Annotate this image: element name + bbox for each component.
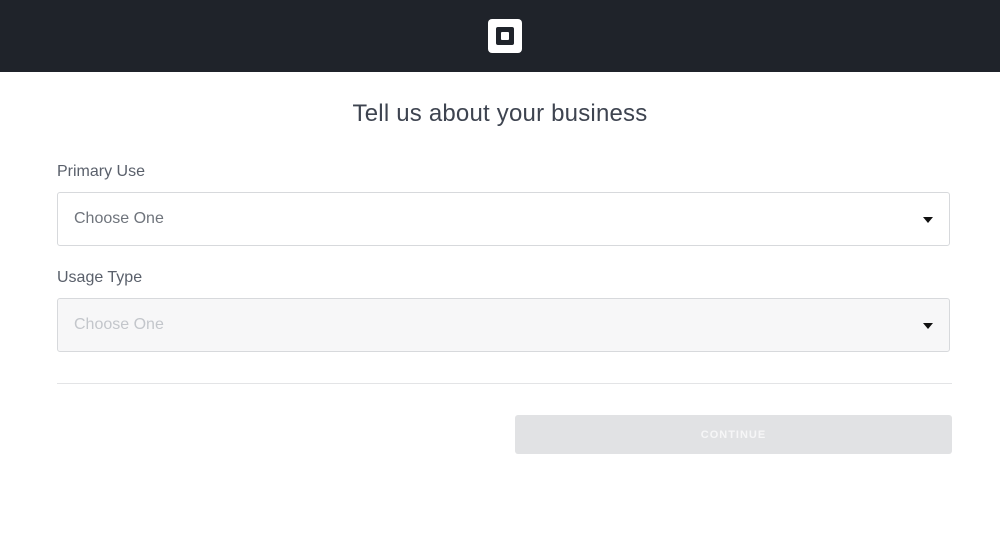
top-bar	[0, 0, 1000, 72]
primary-use-value: Choose One	[74, 210, 164, 227]
usage-type-label: Usage Type	[57, 269, 143, 286]
primary-use-label: Primary Use	[57, 163, 146, 180]
continue-button[interactable]: CONTINUE	[515, 415, 952, 454]
page-title: Tell us about your business	[352, 100, 648, 127]
usage-type-select[interactable]: Choose One	[57, 298, 950, 352]
caret-down-icon	[923, 323, 933, 329]
square-logo-icon[interactable]	[488, 19, 522, 53]
primary-use-select[interactable]: Choose One	[57, 192, 950, 246]
divider	[57, 383, 952, 384]
caret-down-icon	[923, 217, 933, 223]
usage-type-value: Choose One	[74, 316, 164, 333]
